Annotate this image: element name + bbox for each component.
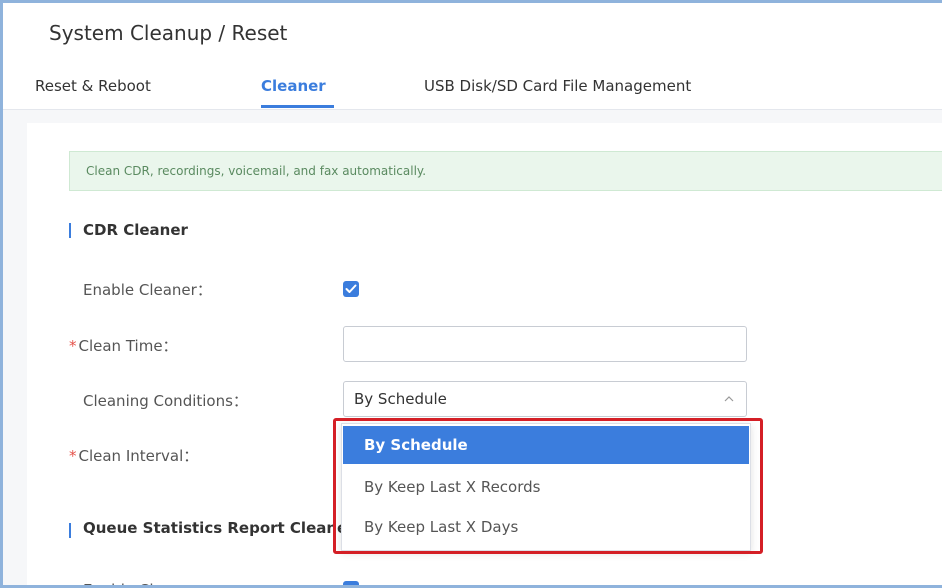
check-icon (345, 284, 357, 293)
section-title-queue-statistics: Queue Statistics Report Cleaner (83, 519, 341, 537)
cleaning-conditions-label: Cleaning Conditions： (83, 392, 248, 410)
cleaning-conditions-value: By Schedule (354, 390, 447, 408)
clean-time-input[interactable] (343, 326, 747, 362)
clean-time-label-text: Clean Time： (78, 337, 178, 355)
clean-interval-label-text: Clean Interval： (78, 447, 199, 465)
clean-interval-label: * Clean Interval： (69, 445, 198, 466)
cleaning-conditions-dropdown: By Schedule By Keep Last X Records By Ke… (341, 423, 751, 551)
section-title-cdr-cleaner: CDR Cleaner (83, 221, 188, 239)
tab-cleaner[interactable]: Cleaner (261, 77, 326, 95)
option-by-schedule[interactable]: By Schedule (343, 426, 749, 464)
partial-row: Enable Cleaner： (83, 575, 942, 585)
cleaning-conditions-select[interactable]: By Schedule (343, 381, 747, 417)
window-frame: System Cleanup / Reset Reset & Reboot Cl… (0, 0, 942, 588)
required-asterisk: * (69, 337, 77, 355)
info-banner: Clean CDR, recordings, voicemail, and fa… (69, 151, 942, 191)
clean-time-label: * Clean Time： (69, 335, 178, 356)
tab-bar: Reset & Reboot Cleaner USB Disk/SD Card … (3, 65, 942, 110)
option-by-keep-last-x-days[interactable]: By Keep Last X Days (343, 508, 749, 546)
enable-cleaner-checkbox[interactable] (343, 281, 359, 297)
tab-usb-disk-sd-card[interactable]: USB Disk/SD Card File Management (424, 77, 691, 95)
section-title-clip: Queue Statistics Report Cleaner (83, 519, 341, 541)
section-marker (69, 523, 71, 538)
page-title: System Cleanup / Reset (49, 21, 288, 45)
queue-enable-cleaner-label: Enable Cleaner： (83, 579, 212, 585)
option-by-keep-last-x-records[interactable]: By Keep Last X Records (343, 468, 749, 506)
chevron-up-icon (724, 396, 734, 402)
section-marker (69, 223, 71, 238)
active-tab-indicator (261, 105, 334, 108)
enable-cleaner-label: Enable Cleaner： (83, 281, 212, 299)
queue-enable-cleaner-checkbox[interactable] (343, 581, 359, 585)
tab-reset-reboot[interactable]: Reset & Reboot (35, 77, 151, 95)
required-asterisk: * (69, 447, 77, 465)
